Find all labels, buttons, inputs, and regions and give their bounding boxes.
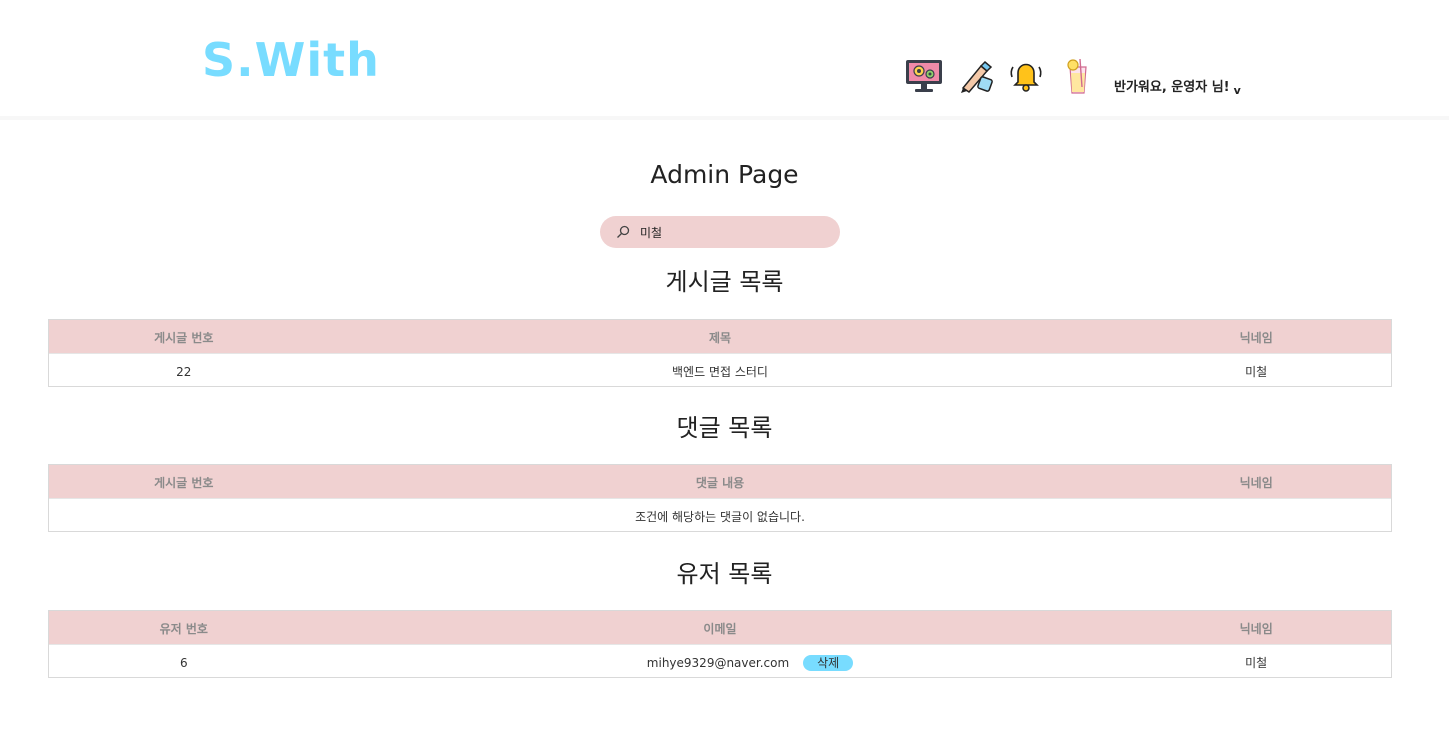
empty-message: 조건에 해당하는 댓글이 없습니다. — [635, 509, 805, 524]
bell-icon[interactable] — [1006, 56, 1046, 96]
lemonade-drink-icon[interactable] — [1058, 56, 1098, 96]
users-section-title: 유저 목록 — [676, 560, 773, 588]
column-header-title: 제목 — [708, 331, 732, 345]
search-bar[interactable] — [600, 216, 840, 248]
delete-user-button[interactable]: 삭제 — [803, 654, 854, 671]
post-id-cell: 22 — [176, 364, 192, 379]
posts-section-title: 게시글 목록 — [665, 268, 784, 296]
page-title: Admin Page — [650, 160, 799, 189]
column-header-post-id: 게시글 번호 — [154, 331, 214, 345]
user-nickname-cell: 미철 — [1245, 655, 1268, 670]
column-header-post-id: 게시글 번호 — [154, 476, 214, 490]
monitor-settings-icon[interactable] — [904, 56, 944, 96]
users-table: 유저 번호 이메일 닉네임 6 mihye9329@naver.com 삭제 미… — [48, 610, 1392, 678]
post-title-link[interactable]: 백엔드 면접 스터디 — [672, 365, 768, 379]
column-header-nickname: 닉네임 — [1239, 476, 1273, 490]
table-row[interactable]: 22 백엔드 면접 스터디 미철 — [49, 353, 1391, 386]
empty-row: 조건에 해당하는 댓글이 없습니다. — [49, 498, 1391, 531]
chevron-down-icon[interactable]: v — [1234, 84, 1241, 97]
post-nickname-cell: 미철 — [1245, 364, 1268, 379]
user-id-cell: 6 — [179, 655, 188, 670]
column-header-user-id: 유저 번호 — [159, 622, 208, 636]
table-header-row: 유저 번호 이메일 닉네임 — [49, 611, 1391, 644]
pen-write-icon[interactable] — [956, 56, 996, 96]
posts-table: 게시글 번호 제목 닉네임 22 백엔드 면접 스터디 미철 — [48, 319, 1392, 387]
user-email-cell: mihye9329@naver.com — [646, 655, 790, 670]
column-header-email: 이메일 — [703, 622, 737, 636]
top-header: S.With 반가워요, 운영자 님! v — [0, 0, 1449, 120]
column-header-nickname: 닉네임 — [1239, 622, 1273, 636]
site-logo[interactable]: S.With — [202, 34, 380, 86]
greeting-text: 반가워요, 운영자 님! — [1114, 80, 1230, 95]
search-icon — [617, 225, 630, 238]
table-row: 6 mihye9329@naver.com 삭제 미철 — [49, 644, 1391, 677]
comments-table: 게시글 번호 댓글 내용 닉네임 조건에 해당하는 댓글이 없습니다. — [48, 464, 1392, 532]
column-header-nickname: 닉네임 — [1239, 331, 1273, 345]
table-header-row: 게시글 번호 댓글 내용 닉네임 — [49, 465, 1391, 498]
table-header-row: 게시글 번호 제목 닉네임 — [49, 320, 1391, 353]
column-header-comment-content: 댓글 내용 — [695, 476, 745, 490]
comments-section-title: 댓글 목록 — [676, 414, 773, 442]
search-input[interactable] — [640, 225, 820, 239]
user-greeting-menu[interactable]: 반가워요, 운영자 님! v — [1114, 76, 1241, 97]
